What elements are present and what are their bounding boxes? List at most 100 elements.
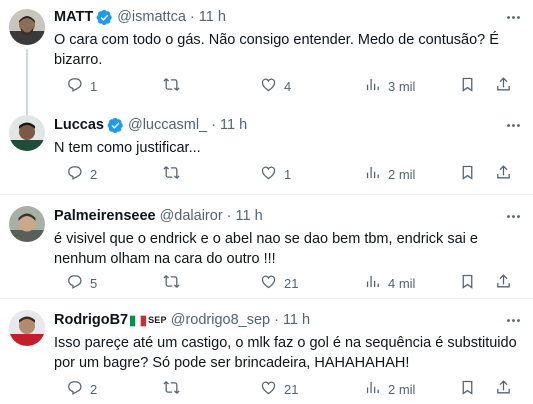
avatar[interactable]	[9, 206, 45, 242]
avatar[interactable]	[9, 9, 45, 45]
name-tag: SEP	[148, 315, 167, 325]
reply-count: 2	[90, 381, 98, 397]
action-bar: 2 21 2 mil	[54, 379, 521, 399]
timestamp[interactable]: 11 h	[236, 207, 263, 226]
views-count: 2 mil	[388, 381, 416, 397]
italy-flag-icon	[130, 315, 147, 327]
like-button[interactable]: 21	[260, 273, 298, 293]
like-icon	[260, 76, 277, 96]
reply-feed: MATT @ismattca · 11 h O cara com todo o …	[0, 0, 533, 404]
verified-badge-icon	[96, 9, 113, 26]
like-icon	[260, 273, 277, 293]
like-count: 21	[284, 275, 299, 291]
share-button[interactable]	[495, 164, 512, 184]
reply-button[interactable]: 2	[66, 379, 97, 399]
retweet-icon	[163, 273, 180, 293]
tweet-text: Isso pareçe até um castigo, o mlk faz o …	[54, 335, 517, 371]
reply-icon	[66, 164, 83, 184]
handle[interactable]: @ismattca	[117, 8, 186, 27]
tweet-text: O cara com todo o gás. Não consigo enten…	[54, 32, 499, 68]
views-button[interactable]: 2 mil	[364, 164, 415, 184]
retweet-button[interactable]	[163, 379, 187, 399]
display-name[interactable]: Luccas	[54, 116, 104, 135]
timestamp[interactable]: 11 h	[220, 116, 247, 135]
more-icon[interactable]	[503, 311, 523, 330]
views-button[interactable]: 4 mil	[364, 273, 415, 293]
timestamp[interactable]: 11 h	[199, 8, 226, 27]
like-count: 21	[284, 381, 299, 397]
more-icon[interactable]	[503, 8, 523, 27]
handle[interactable]: @dalairor	[160, 207, 223, 226]
display-name[interactable]: MATT	[54, 8, 93, 27]
bookmark-button[interactable]	[459, 379, 476, 399]
reply-count: 5	[90, 275, 98, 291]
reply-count: 1	[90, 78, 98, 94]
separator-dot: ·	[211, 117, 217, 133]
bookmark-button[interactable]	[459, 164, 476, 184]
views-count: 4 mil	[388, 275, 416, 291]
share-icon	[495, 76, 512, 96]
reply-button[interactable]: 1	[66, 76, 97, 96]
reply-button[interactable]: 5	[66, 273, 97, 293]
display-name[interactable]: Palmeirenseee	[54, 207, 156, 226]
tweet-content: Luccas @luccasml_ · 11 h N tem como just…	[54, 116, 521, 158]
share-button[interactable]	[495, 76, 512, 96]
tweet-content: MATT @ismattca · 11 h O cara com todo o …	[54, 8, 521, 70]
retweet-button[interactable]	[163, 273, 187, 293]
like-count: 4	[284, 78, 292, 94]
tweet-text: é visivel que o endrick e o abel nao se …	[54, 231, 478, 267]
separator-dot: ·	[189, 9, 195, 25]
action-bar: 5 21 4 mil	[54, 273, 521, 293]
share-icon	[495, 164, 512, 184]
bookmark-icon	[459, 379, 476, 399]
reply-icon	[66, 76, 83, 96]
tweet[interactable]: Palmeirenseee @dalairor · 11 h é visivel…	[0, 195, 533, 299]
bookmark-icon	[459, 76, 476, 96]
tweet-content: RodrigoB7 SEP @rodrigo8_sep · 11 h Isso …	[54, 311, 521, 373]
like-button[interactable]: 4	[260, 76, 291, 96]
action-bar: 2 1 2 mil	[54, 164, 521, 184]
reply-button[interactable]: 2	[66, 164, 97, 184]
retweet-button[interactable]	[163, 76, 187, 96]
retweet-icon	[163, 76, 180, 96]
tweet-header: RodrigoB7 SEP @rodrigo8_sep · 11 h	[54, 311, 521, 330]
tweet-text: N tem como justificar...	[54, 140, 201, 156]
views-icon	[364, 273, 381, 293]
tweet-header: MATT @ismattca · 11 h	[54, 8, 521, 27]
like-icon	[260, 164, 277, 184]
tweet[interactable]: RodrigoB7 SEP @rodrigo8_sep · 11 h Isso …	[0, 299, 533, 404]
reply-icon	[66, 379, 83, 399]
display-name[interactable]: RodrigoB7	[54, 311, 128, 330]
separator-dot: ·	[226, 208, 232, 224]
like-count: 1	[284, 166, 292, 182]
verified-badge-icon	[107, 117, 124, 134]
handle[interactable]: @rodrigo8_sep	[171, 311, 270, 330]
more-icon[interactable]	[503, 116, 523, 135]
bookmark-button[interactable]	[459, 76, 476, 96]
separator-dot: ·	[274, 312, 279, 328]
views-button[interactable]: 3 mil	[364, 76, 415, 96]
avatar[interactable]	[9, 310, 45, 346]
like-button[interactable]: 1	[260, 164, 291, 184]
tweet[interactable]: MATT @ismattca · 11 h O cara com todo o …	[0, 0, 533, 119]
retweet-icon	[163, 379, 180, 399]
bookmark-icon	[459, 164, 476, 184]
retweet-icon	[163, 164, 180, 184]
timestamp[interactable]: 11 h	[283, 311, 310, 330]
share-button[interactable]	[495, 273, 512, 293]
bookmark-icon	[459, 273, 476, 293]
bookmark-button[interactable]	[459, 273, 476, 293]
handle[interactable]: @luccasml_	[128, 116, 207, 135]
views-button[interactable]: 2 mil	[364, 379, 415, 399]
retweet-button[interactable]	[163, 164, 187, 184]
tweet-header: Luccas @luccasml_ · 11 h	[54, 116, 521, 135]
share-button[interactable]	[495, 379, 512, 399]
like-button[interactable]: 21	[260, 379, 298, 399]
avatar[interactable]	[9, 115, 45, 151]
reply-count: 2	[90, 166, 98, 182]
tweet[interactable]: Luccas @luccasml_ · 11 h N tem como just…	[0, 104, 533, 195]
more-icon[interactable]	[503, 207, 523, 226]
like-icon	[260, 379, 277, 399]
views-count: 2 mil	[388, 166, 416, 182]
views-icon	[364, 76, 381, 96]
